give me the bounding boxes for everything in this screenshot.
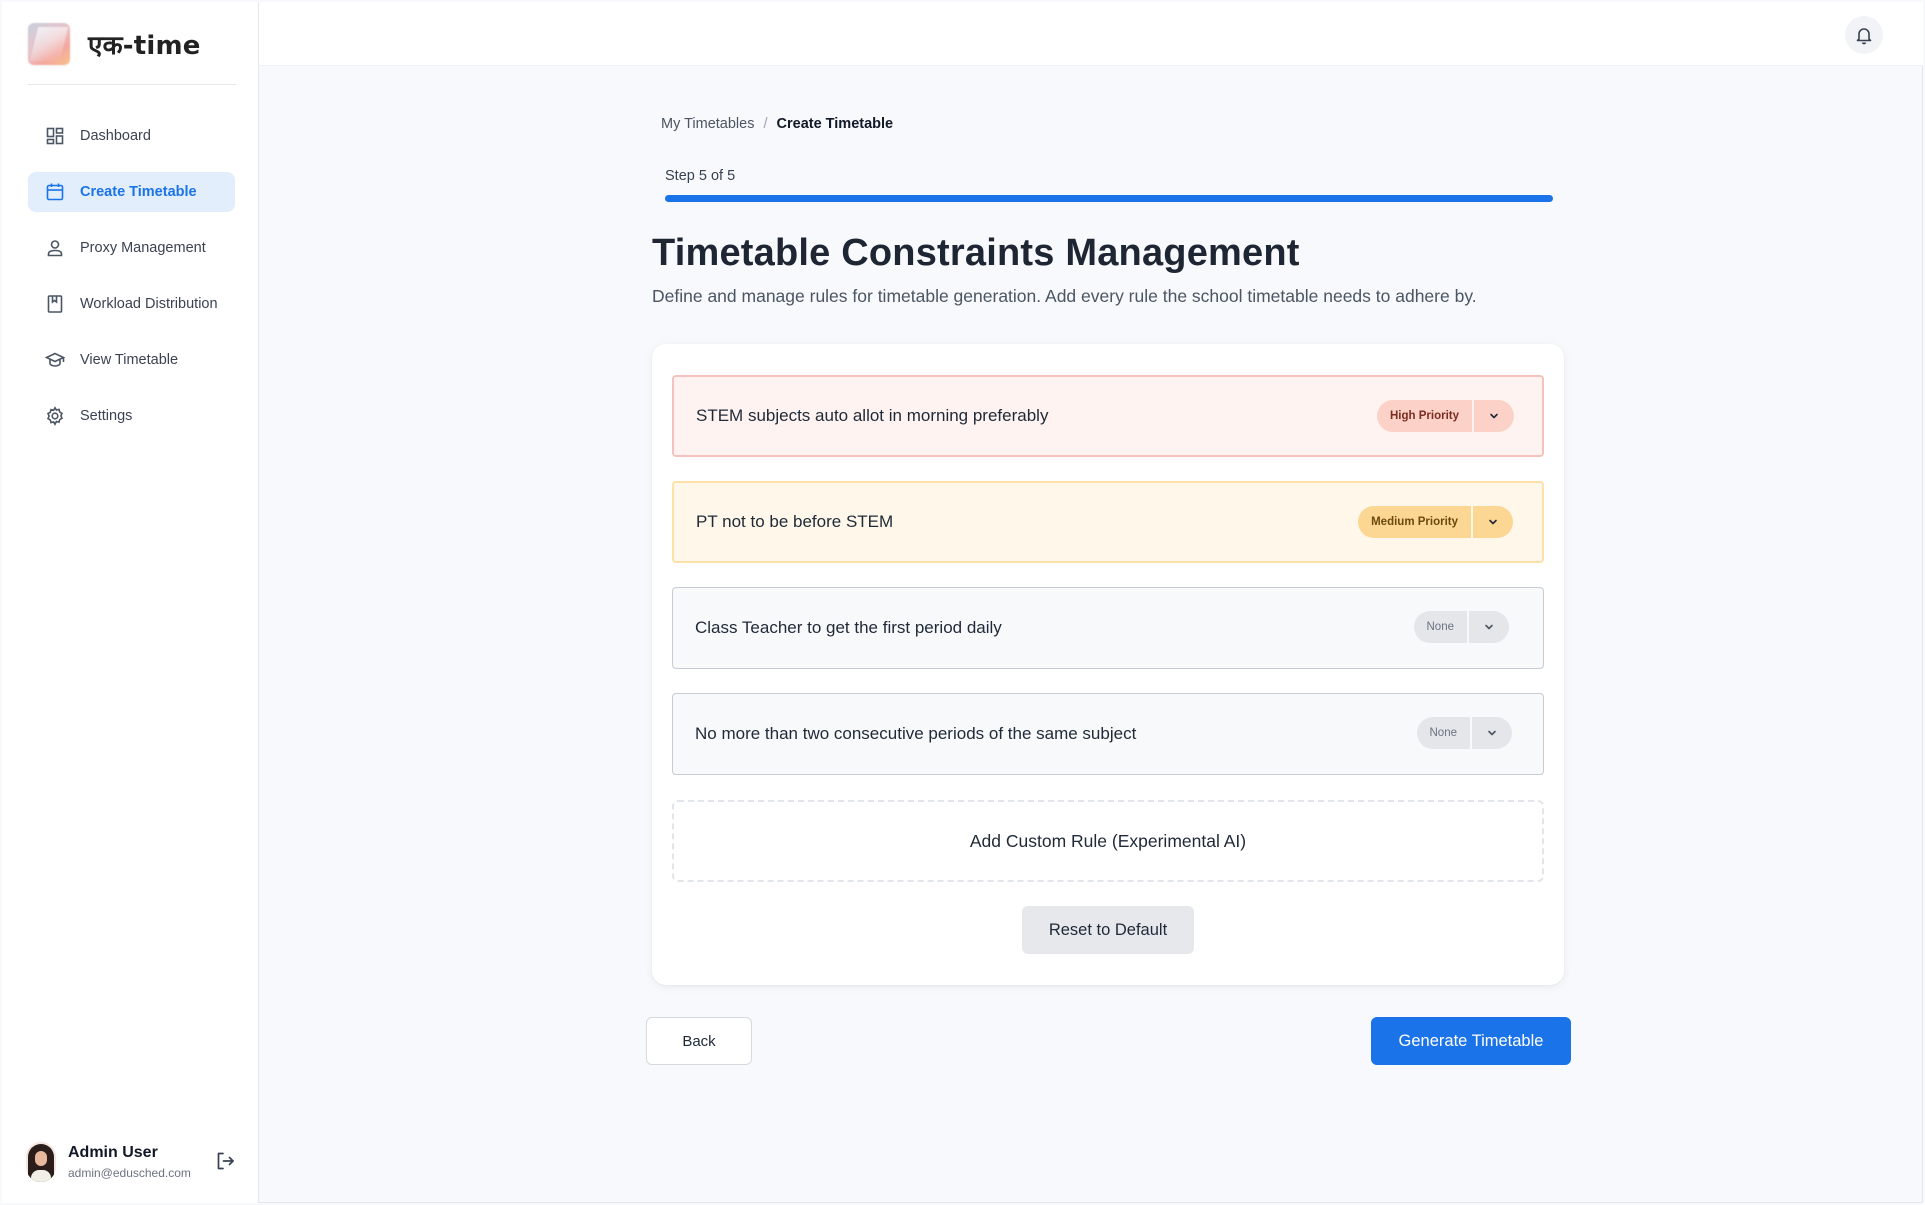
- breadcrumb-separator: /: [763, 116, 768, 132]
- priority-selector[interactable]: None: [1416, 717, 1512, 749]
- breadcrumb-current: Create Timetable: [776, 116, 894, 132]
- user-email: admin@edusched.com: [68, 1166, 191, 1180]
- rule-item[interactable]: STEM subjects auto allot in morning pref…: [672, 375, 1544, 457]
- user-profile[interactable]: Admin User admin@edusched.com: [26, 1140, 236, 1184]
- rule-text: Class Teacher to get the first period da…: [695, 618, 1002, 637]
- top-bar: [259, 2, 1923, 66]
- sidebar-item-create-timetable[interactable]: Create Timetable: [28, 172, 235, 212]
- sidebar-nav: Dashboard Create Timetable Proxy Managem…: [28, 116, 235, 452]
- sidebar-item-view-timetable[interactable]: View Timetable: [28, 340, 235, 380]
- rule-text: STEM subjects auto allot in morning pref…: [696, 406, 1049, 425]
- calendar-icon: [45, 182, 65, 202]
- chevron-down-icon[interactable]: [1474, 400, 1514, 432]
- brand-name: एक-time: [88, 31, 201, 61]
- bookmark-icon: [45, 294, 65, 314]
- chevron-down-icon[interactable]: [1473, 506, 1513, 538]
- divider: [28, 84, 236, 85]
- progress-bar: [665, 195, 1553, 202]
- bell-icon[interactable]: [1845, 16, 1883, 54]
- step-indicator: Step 5 of 5: [665, 168, 736, 184]
- page-subtitle: Define and manage rules for timetable ge…: [652, 286, 1477, 306]
- gear-icon: [45, 406, 65, 426]
- priority-badge[interactable]: None: [1413, 611, 1467, 643]
- rule-text: No more than two consecutive periods of …: [695, 724, 1137, 743]
- sidebar: एक-time Dashboard Create Timetable Proxy…: [2, 2, 259, 1203]
- user-name: Admin User: [68, 1144, 158, 1161]
- rule-item[interactable]: Class Teacher to get the first period da…: [672, 587, 1544, 669]
- rule-item[interactable]: No more than two consecutive periods of …: [672, 693, 1544, 775]
- dashboard-icon: [45, 126, 65, 146]
- breadcrumb: My Timetables / Create Timetable: [661, 116, 893, 132]
- sidebar-item-label: Proxy Management: [80, 240, 206, 256]
- chevron-down-icon[interactable]: [1472, 717, 1512, 749]
- breadcrumb-my-timetables[interactable]: My Timetables: [661, 116, 754, 132]
- page-title: Timetable Constraints Management: [652, 232, 1300, 274]
- progress-bar-fill: [665, 195, 1553, 202]
- graduation-cap-icon: [45, 350, 65, 370]
- priority-badge[interactable]: Medium Priority: [1358, 506, 1471, 538]
- priority-selector[interactable]: None: [1413, 611, 1509, 643]
- logout-icon[interactable]: [214, 1150, 236, 1172]
- reset-to-default-button[interactable]: Reset to Default: [1022, 906, 1194, 954]
- brand[interactable]: एक-time: [28, 20, 201, 68]
- sidebar-item-label: View Timetable: [80, 352, 179, 368]
- sidebar-item-proxy-management[interactable]: Proxy Management: [28, 228, 235, 268]
- rule-text: PT not to be before STEM: [696, 512, 894, 531]
- sidebar-item-dashboard[interactable]: Dashboard: [28, 116, 235, 156]
- generate-timetable-button[interactable]: Generate Timetable: [1371, 1017, 1571, 1065]
- priority-badge[interactable]: None: [1416, 717, 1470, 749]
- back-button[interactable]: Back: [646, 1017, 752, 1065]
- add-custom-rule-button[interactable]: Add Custom Rule (Experimental AI): [672, 800, 1544, 882]
- chevron-down-icon[interactable]: [1469, 611, 1509, 643]
- constraints-card: STEM subjects auto allot in morning pref…: [652, 344, 1564, 985]
- sidebar-item-settings[interactable]: Settings: [28, 396, 235, 436]
- user-icon: [45, 238, 65, 258]
- logo-icon: [28, 23, 70, 65]
- sidebar-item-label: Settings: [80, 408, 133, 424]
- priority-selector[interactable]: Medium Priority: [1358, 506, 1513, 538]
- sidebar-item-workload-distribution[interactable]: Workload Distribution: [28, 284, 235, 324]
- sidebar-item-label: Dashboard: [80, 128, 151, 144]
- sidebar-item-label: Workload Distribution: [80, 296, 218, 312]
- priority-selector[interactable]: High Priority: [1376, 400, 1514, 432]
- avatar: [26, 1142, 56, 1182]
- rule-item[interactable]: PT not to be before STEM Medium Priority: [672, 481, 1544, 563]
- priority-badge[interactable]: High Priority: [1376, 400, 1472, 432]
- sidebar-item-label: Create Timetable: [80, 184, 197, 200]
